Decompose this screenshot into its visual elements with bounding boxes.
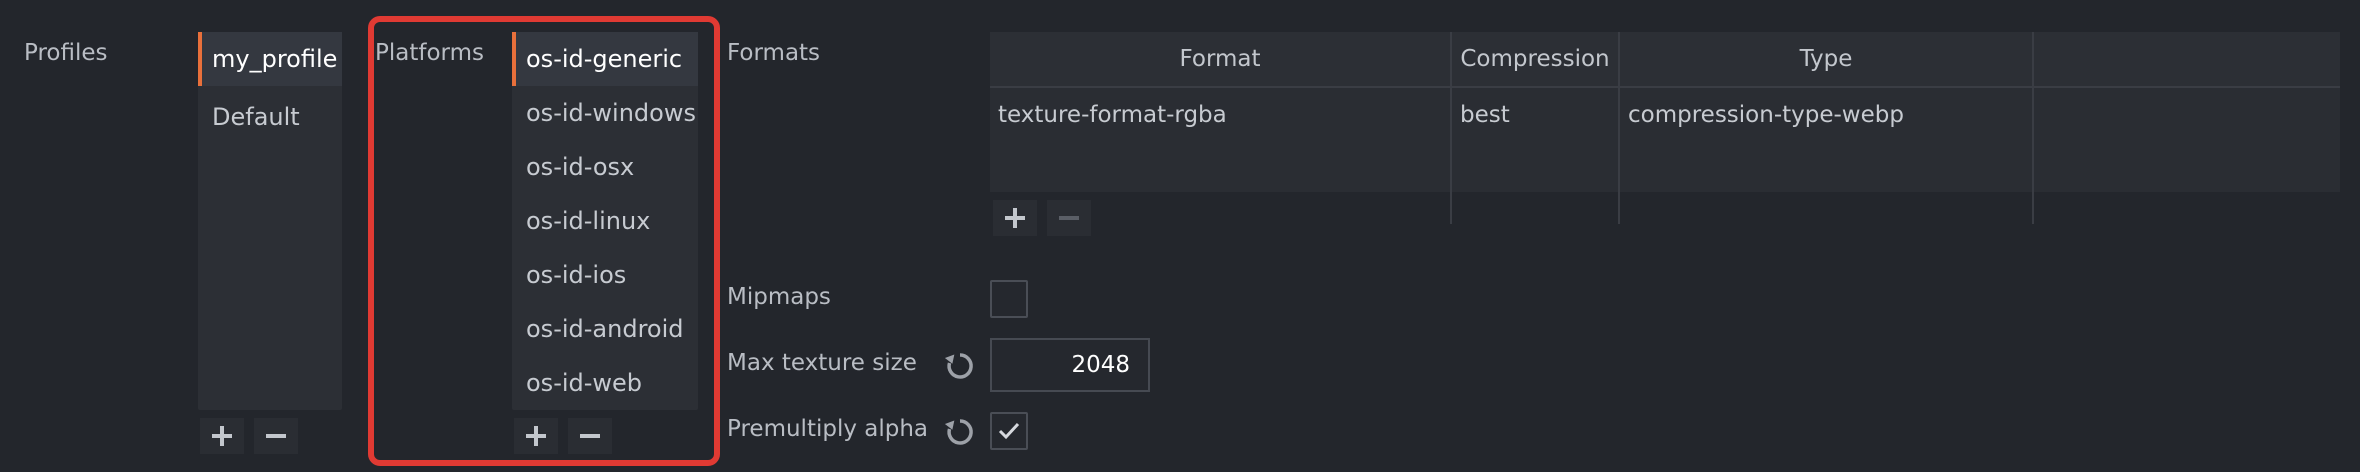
formats-table: Format Compression Type texture-format-r… — [990, 32, 2340, 224]
add-format-button[interactable] — [993, 200, 1037, 236]
column-header-format[interactable]: Format — [990, 32, 1452, 86]
table-cell-type[interactable]: compression-type-webp — [1620, 88, 2034, 224]
profiles-label: Profiles — [24, 40, 108, 66]
profiles-list: my_profile Default — [198, 32, 342, 410]
minus-icon — [580, 434, 600, 438]
platform-item-label: os-id-ios — [526, 261, 627, 289]
column-header-empty — [2034, 32, 2340, 86]
premultiply-alpha-checkbox[interactable] — [990, 412, 1028, 450]
platform-item-windows[interactable]: os-id-windows — [512, 86, 698, 140]
table-cell-empty — [2034, 88, 2340, 224]
premultiply-alpha-label: Premultiply alpha — [727, 416, 929, 442]
plus-icon — [212, 426, 232, 446]
platform-item-label: os-id-osx — [526, 153, 635, 181]
add-platform-button[interactable] — [514, 418, 558, 454]
platform-item-label: os-id-android — [526, 315, 684, 343]
reset-icon — [944, 419, 973, 445]
platform-item-generic[interactable]: os-id-generic — [512, 32, 698, 86]
column-header-type[interactable]: Type — [1620, 32, 2034, 86]
platform-item-osx[interactable]: os-id-osx — [512, 140, 698, 194]
max-texture-size-input[interactable] — [990, 338, 1150, 392]
remove-format-button[interactable] — [1047, 200, 1091, 236]
platform-item-android[interactable]: os-id-android — [512, 302, 698, 356]
column-header-compression[interactable]: Compression — [1452, 32, 1620, 86]
add-profile-button[interactable] — [200, 418, 244, 454]
plus-icon — [1005, 208, 1025, 228]
platform-item-label: os-id-linux — [526, 207, 651, 235]
mipmaps-checkbox[interactable] — [990, 280, 1028, 318]
platform-item-web[interactable]: os-id-web — [512, 356, 698, 410]
reset-premultiply-alpha-button[interactable] — [942, 414, 978, 450]
reset-icon — [944, 353, 973, 379]
check-icon — [998, 422, 1020, 440]
profile-item-label: Default — [212, 103, 300, 131]
table-cell-compression[interactable]: best — [1452, 88, 1620, 224]
plus-icon — [526, 426, 546, 446]
platform-item-label: os-id-web — [526, 369, 643, 397]
minus-icon — [266, 434, 286, 438]
remove-profile-button[interactable] — [254, 418, 298, 454]
platform-item-label: os-id-generic — [526, 45, 683, 73]
reset-max-texture-size-button[interactable] — [942, 348, 978, 384]
profile-item-my-profile[interactable]: my_profile — [198, 32, 342, 86]
platforms-list: os-id-generic os-id-windows os-id-osx os… — [512, 32, 698, 410]
mipmaps-label: Mipmaps — [727, 284, 831, 310]
profile-item-label: my_profile — [212, 45, 338, 73]
platform-item-linux[interactable]: os-id-linux — [512, 194, 698, 248]
minus-icon — [1059, 216, 1079, 220]
max-texture-size-label: Max texture size — [727, 350, 917, 376]
profile-item-default[interactable]: Default — [198, 90, 342, 144]
platform-item-ios[interactable]: os-id-ios — [512, 248, 698, 302]
remove-platform-button[interactable] — [568, 418, 612, 454]
formats-label: Formats — [727, 40, 821, 66]
platform-item-label: os-id-windows — [526, 99, 696, 127]
platforms-label: Platforms — [375, 40, 484, 66]
